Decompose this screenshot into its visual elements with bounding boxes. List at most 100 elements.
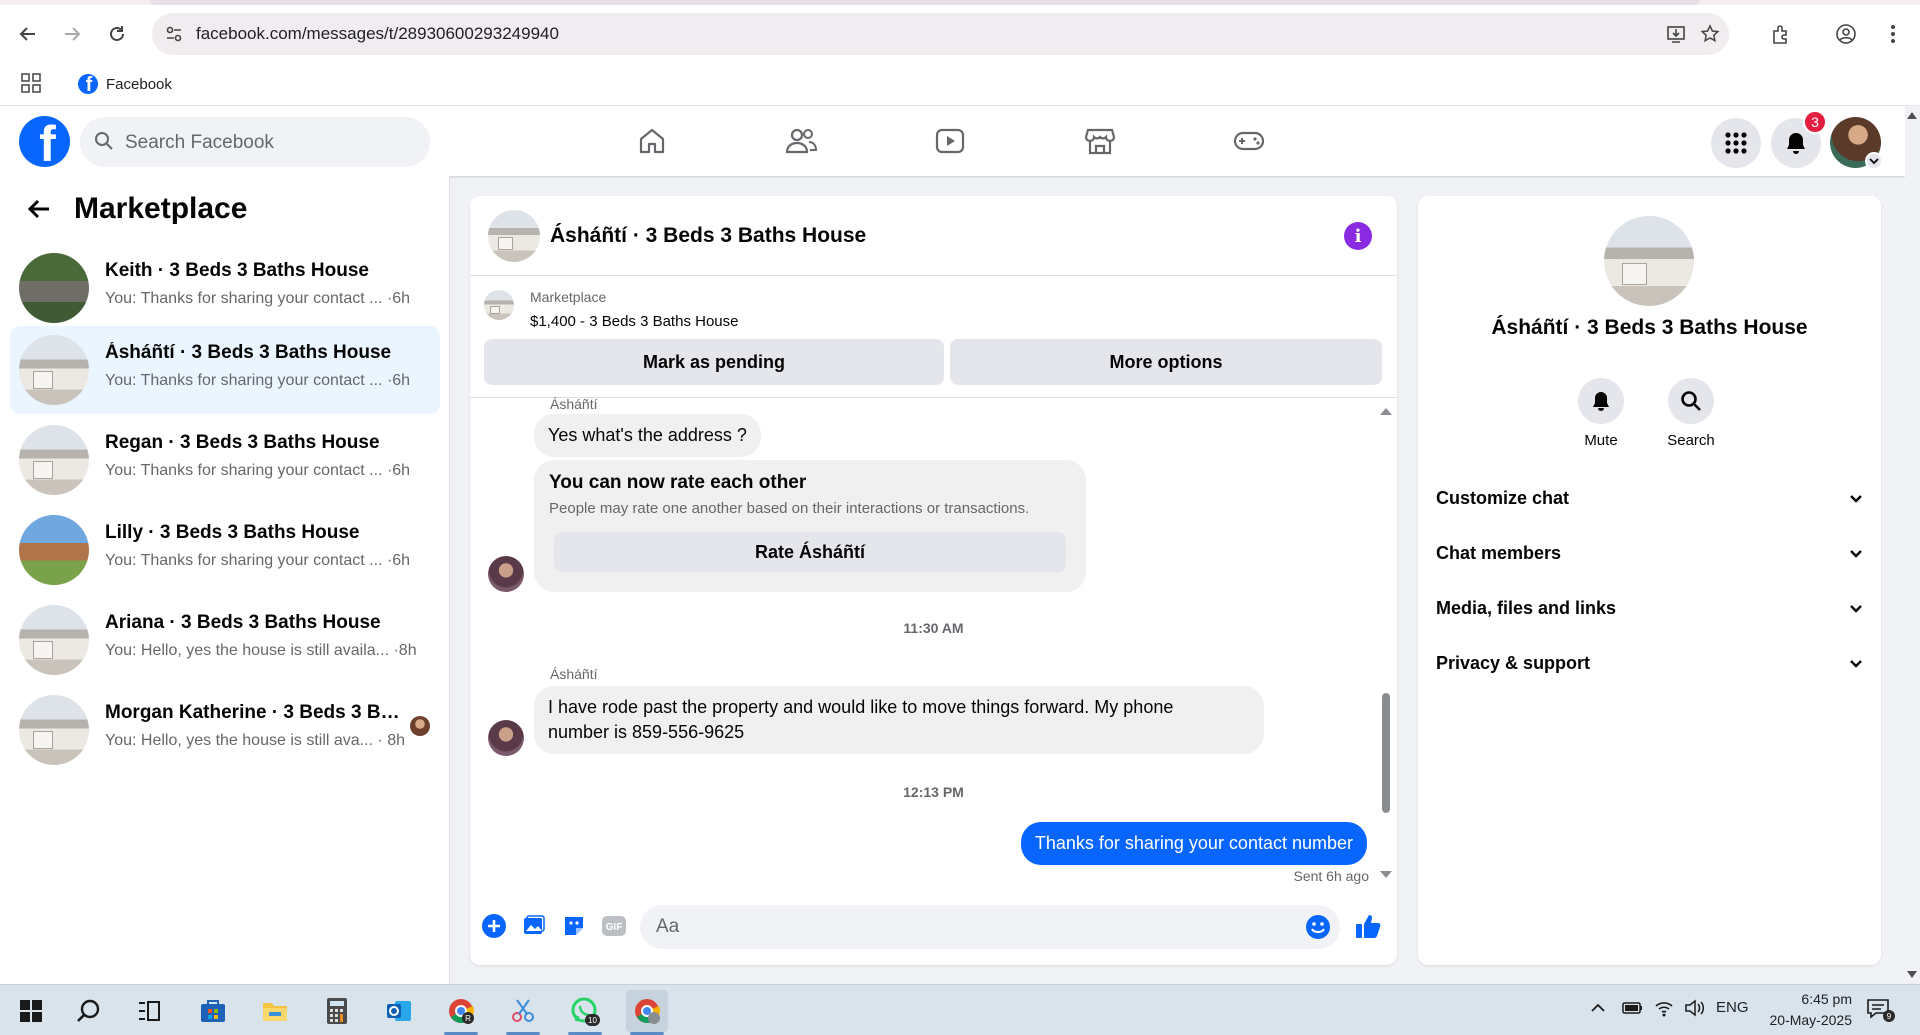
listing-thumbnail	[19, 515, 89, 585]
conversation-name: Ásháñtí · 3 Beds 3 Baths House	[105, 342, 392, 363]
message-line: I have rode past the property and would …	[548, 697, 1174, 717]
back-arrow-icon[interactable]	[24, 194, 54, 224]
timestamp: 12:13 PM	[903, 784, 964, 800]
outlook-icon[interactable]	[378, 990, 420, 1032]
chat-members-section[interactable]: Chat members	[1436, 533, 1863, 573]
mark-as-pending-button[interactable]: Mark as pending	[484, 339, 944, 385]
profile-icon[interactable]	[1830, 18, 1862, 50]
address-bar[interactable]: facebook.com/messages/t/2893060029324994…	[152, 13, 1729, 55]
whatsapp-badge: 10	[588, 1016, 597, 1025]
chrome-icon[interactable]	[626, 990, 668, 1035]
volume-icon[interactable]	[1684, 999, 1706, 1021]
privacy-support-section[interactable]: Privacy & support	[1436, 643, 1863, 683]
conversation-name: Ariana · 3 Beds 3 Baths House	[105, 612, 381, 633]
chat-thumbnail[interactable]	[488, 210, 540, 262]
message-input[interactable]: Aa	[640, 905, 1340, 949]
panel-header: Marketplace	[24, 192, 247, 226]
menu-grid-icon[interactable]	[1711, 118, 1761, 168]
apps-grid-icon[interactable]	[20, 72, 44, 96]
chevron-up-icon[interactable]	[1590, 1001, 1606, 1018]
file-explorer-icon[interactable]	[254, 990, 296, 1032]
reload-icon[interactable]	[101, 18, 133, 50]
marketplace-icon[interactable]	[1040, 118, 1160, 164]
message-bubble[interactable]: I have rode past the property and would …	[534, 686, 1264, 754]
my-message-bubble[interactable]: Thanks for sharing your contact number	[1020, 822, 1367, 865]
chat-title[interactable]: Ásháñtí · 3 Beds 3 Baths House	[550, 224, 866, 248]
emoji-icon[interactable]	[1304, 913, 1332, 941]
system-clock[interactable]: 6:45 pm 20-May-2025	[1752, 989, 1853, 1031]
chevron-down-icon	[1849, 598, 1863, 619]
details-title: Ásháñtí · 3 Beds 3 Baths House	[1491, 316, 1808, 339]
plus-circle-icon[interactable]	[480, 912, 508, 940]
bookmark-label: Facebook	[106, 75, 172, 93]
video-icon[interactable]	[890, 118, 1010, 164]
extensions-icon[interactable]	[1765, 18, 1797, 50]
section-label: Media, files and links	[1436, 597, 1617, 618]
bookmark-facebook[interactable]: f Facebook	[78, 71, 172, 97]
sticker-icon[interactable]	[560, 912, 588, 940]
rating-title: You can now rate each other	[549, 472, 807, 493]
conversation-item-regan[interactable]: Regan · 3 Beds 3 Baths House You: Thanks…	[10, 416, 440, 504]
windows-taskbar: R 10 ENG 6:45 pm 20-May-2025 9	[0, 984, 1920, 1035]
store-icon[interactable]	[192, 990, 234, 1032]
snipping-tool-icon[interactable]	[502, 990, 544, 1035]
listing-thumbnail[interactable]	[484, 290, 514, 320]
chevron-down-icon	[1849, 543, 1863, 564]
facebook-favicon-icon: f	[78, 74, 98, 94]
bookmark-star-icon[interactable]	[1698, 22, 1722, 46]
back-arrow-icon[interactable]	[12, 18, 44, 50]
conversation-item-morgan[interactable]: Morgan Katherine · 3 Beds 3 Bat... You: …	[10, 686, 440, 774]
chrome-profile-icon[interactable]: R	[440, 990, 482, 1035]
section-label: Customize chat	[1436, 487, 1570, 508]
conversation-item-ashanti[interactable]: Ásháñtí · 3 Beds 3 Baths House You: Than…	[10, 326, 440, 414]
friends-icon[interactable]	[741, 118, 861, 164]
install-app-icon[interactable]	[1664, 22, 1688, 46]
search-in-chat-button[interactable]: Search	[1651, 378, 1731, 449]
mute-button[interactable]: Mute	[1561, 378, 1641, 449]
chevron-down-icon	[1849, 653, 1863, 674]
whatsapp-icon[interactable]: 10	[564, 990, 606, 1035]
search-input[interactable]: Search Facebook	[80, 117, 430, 167]
gif-icon[interactable]: GIF	[600, 912, 628, 940]
thumbs-up-icon[interactable]	[1354, 912, 1382, 940]
conversation-snippet: You: Thanks for sharing your contact ...…	[105, 290, 411, 307]
page-title: Marketplace	[74, 192, 248, 225]
url-text[interactable]: facebook.com/messages/t/2893060029324994…	[196, 24, 559, 44]
sender-avatar[interactable]	[488, 556, 524, 592]
battery-icon[interactable]	[1622, 1001, 1644, 1019]
chevron-down-icon	[1865, 152, 1883, 170]
info-icon[interactable]: i	[1344, 222, 1372, 250]
mute-label: Mute	[1584, 432, 1618, 449]
customize-chat-section[interactable]: Customize chat	[1436, 478, 1863, 518]
avatar[interactable]	[1830, 117, 1883, 170]
search-icon	[1668, 378, 1714, 424]
page-scrollbar[interactable]	[1905, 106, 1920, 984]
notification-center-icon[interactable]: 9	[1866, 997, 1896, 1027]
gaming-icon[interactable]	[1189, 118, 1309, 164]
task-view-icon[interactable]	[128, 990, 170, 1032]
message-scrollbar[interactable]	[1380, 408, 1392, 878]
photo-icon[interactable]	[520, 912, 548, 940]
calculator-icon[interactable]	[316, 990, 358, 1032]
site-settings-icon[interactable]	[162, 22, 186, 46]
forward-arrow-icon[interactable]	[56, 18, 88, 50]
browser-menu-icon[interactable]	[1877, 18, 1909, 50]
wifi-icon[interactable]	[1654, 999, 1674, 1021]
language-indicator[interactable]: ENG	[1716, 999, 1749, 1016]
windows-start-icon[interactable]	[10, 990, 52, 1032]
media-files-links-section[interactable]: Media, files and links	[1436, 588, 1863, 628]
listing-price[interactable]: $1,400 - 3 Beds 3 Baths House	[530, 313, 738, 330]
sender-avatar[interactable]	[488, 720, 524, 756]
home-icon[interactable]	[592, 118, 712, 164]
listing-thumbnail[interactable]	[1604, 216, 1694, 306]
listing-banner: Marketplace $1,400 - 3 Beds 3 Baths Hous…	[470, 276, 1397, 398]
chat-panel: Ásháñtí · 3 Beds 3 Baths House i Marketp…	[470, 196, 1397, 965]
search-icon[interactable]	[68, 990, 110, 1032]
message-bubble[interactable]: Yes what's the address ?	[534, 414, 761, 457]
conversation-item-ariana[interactable]: Ariana · 3 Beds 3 Baths House You: Hello…	[10, 596, 440, 684]
rate-button[interactable]: Rate Ásháñtí	[554, 532, 1066, 572]
more-options-button[interactable]: More options	[950, 339, 1382, 385]
conversation-item-lilly[interactable]: Lilly · 3 Beds 3 Baths House You: Thanks…	[10, 506, 440, 594]
facebook-logo[interactable]: f	[19, 116, 70, 167]
conversation-item-keith[interactable]: Keith · 3 Beds 3 Baths House You: Thanks…	[10, 244, 440, 332]
